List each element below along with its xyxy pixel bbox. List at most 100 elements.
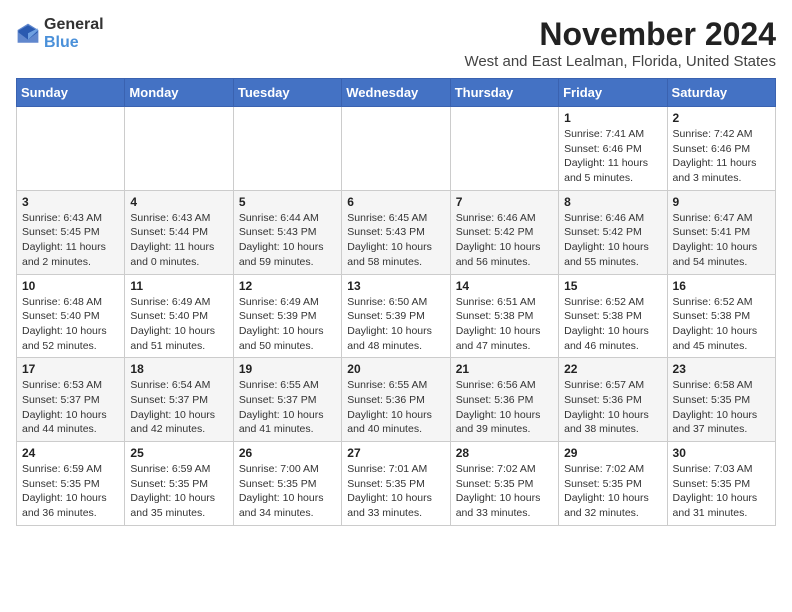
day-info: Sunrise: 6:51 AM Sunset: 5:38 PM Dayligh… (456, 295, 553, 354)
day-info: Sunrise: 7:01 AM Sunset: 5:35 PM Dayligh… (347, 462, 444, 521)
calendar-cell: 2 Sunrise: 7:42 AM Sunset: 6:46 PM Daylig… (667, 107, 775, 191)
calendar-week-row: 3Sunrise: 6:43 AM Sunset: 5:45 PM Daylig… (17, 190, 776, 274)
page-header: General Blue November 2024 West and East… (16, 16, 776, 70)
day-number: 25 (130, 446, 227, 460)
day-info: Sunrise: 6:50 AM Sunset: 5:39 PM Dayligh… (347, 295, 444, 354)
logo: General Blue (16, 16, 104, 52)
day-number: 18 (130, 362, 227, 376)
day-number: 28 (456, 446, 553, 460)
weekday-header-friday: Friday (559, 79, 667, 107)
weekday-header-saturday: Saturday (667, 79, 775, 107)
location-title: West and East Lealman, Florida, United S… (464, 53, 776, 70)
calendar-cell (342, 107, 450, 191)
day-number: 22 (564, 362, 661, 376)
day-info: Sunrise: 6:45 AM Sunset: 5:43 PM Dayligh… (347, 211, 444, 270)
day-info: Sunrise: 6:44 AM Sunset: 5:43 PM Dayligh… (239, 211, 336, 270)
calendar-cell (125, 107, 233, 191)
day-number: 24 (22, 446, 119, 460)
day-number: 30 (673, 446, 770, 460)
day-number: 2 (673, 111, 770, 125)
calendar-cell: 28 Sunrise: 7:02 AM Sunset: 5:35 PM Dayli… (450, 442, 558, 526)
day-info: Sunrise: 7:42 AM Sunset: 6:46 PM Dayligh… (673, 127, 770, 186)
title-area: November 2024 West and East Lealman, Flo… (464, 16, 776, 70)
day-number: 4 (130, 195, 227, 209)
calendar-cell: 12 Sunrise: 6:49 AM Sunset: 5:39 PM Dayli… (233, 274, 341, 358)
calendar-table: SundayMondayTuesdayWednesdayThursdayFrid… (16, 78, 776, 526)
calendar-cell: 26Sunrise: 7:00 AM Sunset: 5:35 PM Dayli… (233, 442, 341, 526)
calendar-cell: 23Sunrise: 6:58 AM Sunset: 5:35 PM Dayli… (667, 358, 775, 442)
day-number: 23 (673, 362, 770, 376)
day-info: Sunrise: 6:57 AM Sunset: 5:36 PM Dayligh… (564, 378, 661, 437)
day-number: 17 (22, 362, 119, 376)
day-info: Sunrise: 6:43 AM Sunset: 5:44 PM Dayligh… (130, 211, 227, 270)
logo-text: General Blue (44, 16, 104, 52)
day-info: Sunrise: 6:48 AM Sunset: 5:40 PM Dayligh… (22, 295, 119, 354)
calendar-week-row: 10Sunrise: 6:48 AM Sunset: 5:40 PM Dayli… (17, 274, 776, 358)
day-number: 29 (564, 446, 661, 460)
calendar-cell: 29 Sunrise: 7:02 AM Sunset: 5:35 PM Dayli… (559, 442, 667, 526)
calendar-cell (450, 107, 558, 191)
day-number: 13 (347, 279, 444, 293)
day-number: 6 (347, 195, 444, 209)
calendar-cell: 13 Sunrise: 6:50 AM Sunset: 5:39 PM Dayli… (342, 274, 450, 358)
day-info: Sunrise: 6:46 AM Sunset: 5:42 PM Dayligh… (456, 211, 553, 270)
day-number: 14 (456, 279, 553, 293)
day-number: 19 (239, 362, 336, 376)
day-info: Sunrise: 6:59 AM Sunset: 5:35 PM Dayligh… (130, 462, 227, 521)
weekday-header-wednesday: Wednesday (342, 79, 450, 107)
calendar-cell: 19 Sunrise: 6:55 AM Sunset: 5:37 PM Dayli… (233, 358, 341, 442)
calendar-cell: 21Sunrise: 6:56 AM Sunset: 5:36 PM Dayli… (450, 358, 558, 442)
calendar-cell: 3Sunrise: 6:43 AM Sunset: 5:45 PM Daylig… (17, 190, 125, 274)
day-number: 15 (564, 279, 661, 293)
day-number: 27 (347, 446, 444, 460)
calendar-week-row: 24 Sunrise: 6:59 AM Sunset: 5:35 PM Dayli… (17, 442, 776, 526)
day-number: 9 (673, 195, 770, 209)
day-info: Sunrise: 6:59 AM Sunset: 5:35 PM Dayligh… (22, 462, 119, 521)
weekday-header-monday: Monday (125, 79, 233, 107)
calendar-cell (233, 107, 341, 191)
day-number: 11 (130, 279, 227, 293)
day-info: Sunrise: 6:55 AM Sunset: 5:37 PM Dayligh… (239, 378, 336, 437)
day-number: 20 (347, 362, 444, 376)
day-number: 7 (456, 195, 553, 209)
calendar-cell: 27 Sunrise: 7:01 AM Sunset: 5:35 PM Dayli… (342, 442, 450, 526)
calendar-cell: 22 Sunrise: 6:57 AM Sunset: 5:36 PM Dayli… (559, 358, 667, 442)
day-number: 1 (564, 111, 661, 125)
day-number: 8 (564, 195, 661, 209)
day-number: 26 (239, 446, 336, 460)
day-info: Sunrise: 6:52 AM Sunset: 5:38 PM Dayligh… (673, 295, 770, 354)
day-number: 12 (239, 279, 336, 293)
day-info: Sunrise: 7:41 AM Sunset: 6:46 PM Dayligh… (564, 127, 661, 186)
calendar-cell: 20 Sunrise: 6:55 AM Sunset: 5:36 PM Dayli… (342, 358, 450, 442)
day-number: 16 (673, 279, 770, 293)
calendar-cell: 9Sunrise: 6:47 AM Sunset: 5:41 PM Daylig… (667, 190, 775, 274)
day-info: Sunrise: 6:55 AM Sunset: 5:36 PM Dayligh… (347, 378, 444, 437)
day-info: Sunrise: 6:46 AM Sunset: 5:42 PM Dayligh… (564, 211, 661, 270)
calendar-cell: 24 Sunrise: 6:59 AM Sunset: 5:35 PM Dayli… (17, 442, 125, 526)
day-info: Sunrise: 7:02 AM Sunset: 5:35 PM Dayligh… (456, 462, 553, 521)
calendar-cell: 25 Sunrise: 6:59 AM Sunset: 5:35 PM Dayli… (125, 442, 233, 526)
calendar-cell: 11 Sunrise: 6:49 AM Sunset: 5:40 PM Dayli… (125, 274, 233, 358)
day-info: Sunrise: 6:53 AM Sunset: 5:37 PM Dayligh… (22, 378, 119, 437)
day-info: Sunrise: 6:49 AM Sunset: 5:39 PM Dayligh… (239, 295, 336, 354)
calendar-cell: 7 Sunrise: 6:46 AM Sunset: 5:42 PM Daylig… (450, 190, 558, 274)
calendar-cell: 4 Sunrise: 6:43 AM Sunset: 5:44 PM Daylig… (125, 190, 233, 274)
calendar-cell: 5 Sunrise: 6:44 AM Sunset: 5:43 PM Daylig… (233, 190, 341, 274)
day-number: 21 (456, 362, 553, 376)
month-title: November 2024 (464, 16, 776, 53)
calendar-cell: 18 Sunrise: 6:54 AM Sunset: 5:37 PM Dayli… (125, 358, 233, 442)
calendar-cell: 8 Sunrise: 6:46 AM Sunset: 5:42 PM Daylig… (559, 190, 667, 274)
day-info: Sunrise: 7:03 AM Sunset: 5:35 PM Dayligh… (673, 462, 770, 521)
logo-icon (16, 22, 40, 46)
weekday-header-tuesday: Tuesday (233, 79, 341, 107)
day-info: Sunrise: 7:02 AM Sunset: 5:35 PM Dayligh… (564, 462, 661, 521)
calendar-week-row: 1 Sunrise: 7:41 AM Sunset: 6:46 PM Daylig… (17, 107, 776, 191)
day-info: Sunrise: 6:43 AM Sunset: 5:45 PM Dayligh… (22, 211, 119, 270)
day-number: 5 (239, 195, 336, 209)
day-info: Sunrise: 6:49 AM Sunset: 5:40 PM Dayligh… (130, 295, 227, 354)
weekday-header-sunday: Sunday (17, 79, 125, 107)
calendar-week-row: 17 Sunrise: 6:53 AM Sunset: 5:37 PM Dayli… (17, 358, 776, 442)
calendar-cell: 14 Sunrise: 6:51 AM Sunset: 5:38 PM Dayli… (450, 274, 558, 358)
day-info: Sunrise: 6:54 AM Sunset: 5:37 PM Dayligh… (130, 378, 227, 437)
day-info: Sunrise: 6:52 AM Sunset: 5:38 PM Dayligh… (564, 295, 661, 354)
